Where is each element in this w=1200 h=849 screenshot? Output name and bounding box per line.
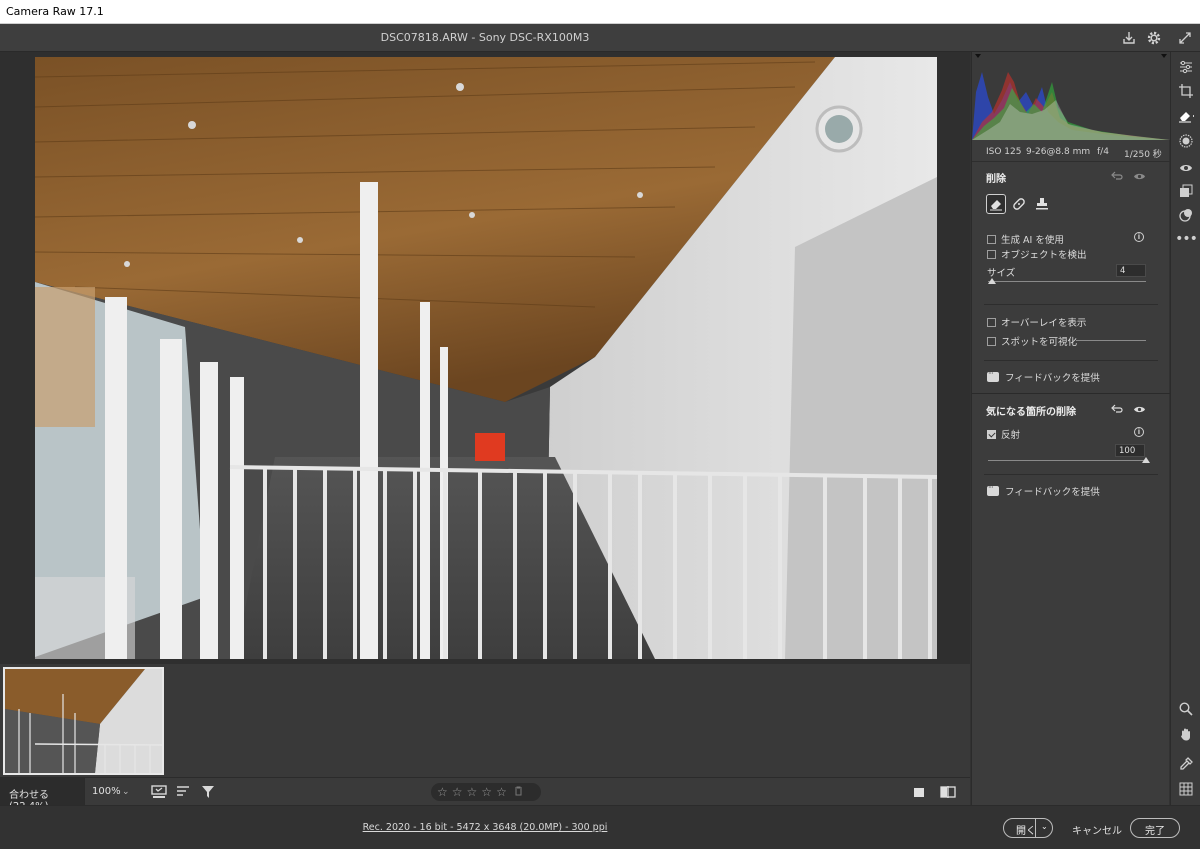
heal-tool-button[interactable]: [1009, 194, 1029, 214]
window-titlebar: Camera Raw 17.1: [0, 0, 1200, 24]
star-icon[interactable]: ☆: [467, 785, 478, 799]
remove-section-title: 削除: [986, 174, 1006, 185]
section-divider: [972, 393, 1170, 394]
distraction-section-title: 気になる箇所の削除: [986, 407, 1076, 418]
file-info: DSC07818.ARW - Sony DSC-RX100M3: [380, 31, 590, 44]
settings-icon[interactable]: [1144, 28, 1164, 48]
cancel-button[interactable]: キャンセル: [1072, 822, 1122, 837]
show-overlay-row[interactable]: オーバーレイを表示: [987, 315, 1086, 329]
snapshots-icon[interactable]: [1176, 205, 1196, 225]
crop-icon[interactable]: [1176, 81, 1196, 101]
masking-icon[interactable]: [1176, 131, 1196, 151]
size-label: サイズ: [987, 268, 1016, 279]
reset-icon[interactable]: [1110, 169, 1124, 183]
feedback-bubble-icon: [987, 483, 999, 496]
filmstrip: [0, 664, 970, 777]
star-icon[interactable]: ☆: [481, 785, 492, 799]
section-divider: [984, 304, 1158, 305]
done-button[interactable]: 完了: [1130, 818, 1180, 838]
star-icon[interactable]: ☆: [496, 785, 507, 799]
presets-icon[interactable]: [1176, 181, 1196, 201]
gen-ai-checkbox[interactable]: [987, 234, 996, 244]
size-slider-track[interactable]: [988, 281, 1146, 282]
open-button-label: 開く: [1016, 826, 1036, 837]
redeye-icon[interactable]: [1176, 158, 1196, 178]
detect-objects-label: オブジェクトを検出: [1001, 250, 1087, 261]
tool-rail: •••: [1170, 52, 1200, 805]
reflection-slider-track[interactable]: [988, 460, 1146, 461]
gen-ai-label: 生成 AI を使用: [1001, 235, 1064, 246]
visualize-spots-slider[interactable]: [1076, 340, 1146, 341]
lens-value: 9-26@8.8 mm: [1026, 147, 1091, 157]
feedback-label: フィードバックを提供: [1005, 487, 1100, 498]
rating-stars[interactable]: ☆ ☆ ☆ ☆ ☆: [431, 783, 541, 801]
trash-icon[interactable]: [514, 786, 523, 799]
remove-eraser-icon[interactable]: [1176, 106, 1196, 126]
size-slider-thumb[interactable]: [988, 278, 996, 284]
zoom-100-button[interactable]: 100%: [84, 778, 138, 805]
feedback-label: フィードバックを提供: [1005, 373, 1100, 384]
image-canvas[interactable]: [0, 52, 970, 664]
visualize-spots-row[interactable]: スポットを可視化: [987, 334, 1077, 348]
sort-icon[interactable]: [175, 783, 193, 801]
reflection-row[interactable]: 反射: [987, 427, 1020, 441]
star-icon[interactable]: ☆: [437, 785, 448, 799]
visibility-eye-icon[interactable]: [1132, 169, 1146, 183]
expand-icon[interactable]: [1175, 28, 1195, 48]
save-icon[interactable]: [1119, 28, 1139, 48]
footer: Rec. 2020 - 16 bit - 5472 x 3648 (20.0MP…: [0, 805, 1200, 849]
eraser-tool-button[interactable]: [986, 194, 1006, 214]
open-button-separator: [1035, 819, 1036, 837]
eyedropper-icon[interactable]: [1176, 754, 1196, 774]
snapshot-icon[interactable]: [150, 783, 168, 801]
histogram: [972, 52, 1170, 140]
feedback-link[interactable]: フィードバックを提供: [987, 369, 1100, 384]
section-divider: [984, 360, 1158, 361]
chevron-down-icon[interactable]: ⌄: [1041, 822, 1048, 831]
single-view-icon[interactable]: [910, 783, 928, 801]
grid-icon[interactable]: [1176, 779, 1196, 799]
reflection-label: 反射: [1001, 430, 1021, 441]
visibility-eye-icon[interactable]: [1132, 402, 1146, 416]
window-title: Camera Raw 17.1: [6, 5, 104, 18]
zoom-dropdown-icon[interactable]: ⌄: [122, 787, 130, 797]
show-overlay-label: オーバーレイを表示: [1001, 318, 1087, 329]
zoom-fit-button[interactable]: 合わせる (22.4%): [0, 778, 84, 812]
section-divider: [984, 474, 1158, 475]
reset-icon[interactable]: [1110, 402, 1124, 416]
shutter-value: 1/250 秒: [1124, 150, 1162, 160]
clone-stamp-tool-button[interactable]: [1032, 194, 1052, 214]
aperture-value: f/4: [1097, 147, 1109, 157]
compare-view-icon[interactable]: [939, 783, 957, 801]
bottom-toolbar: 合わせる (22.4%) 100% ⌄ ☆ ☆ ☆ ☆ ☆: [0, 777, 970, 812]
visualize-spots-checkbox[interactable]: [987, 336, 996, 346]
top-toolbar: DSC07818.ARW - Sony DSC-RX100M3: [0, 24, 1200, 52]
show-overlay-checkbox[interactable]: [987, 317, 996, 327]
feedback-bubble-icon: [987, 369, 999, 382]
filmstrip-thumbnail[interactable]: [3, 667, 164, 775]
exif-info: ISO 125 9-26@8.8 mm f/4 1/250 秒: [972, 140, 1170, 162]
more-options-icon[interactable]: •••: [1175, 229, 1198, 249]
open-button[interactable]: 開く ⌄: [1003, 818, 1053, 838]
detect-objects-row[interactable]: オブジェクトを検出: [987, 247, 1087, 261]
zoom-icon[interactable]: [1176, 699, 1196, 719]
edit-sliders-icon[interactable]: [1176, 57, 1196, 77]
filter-icon[interactable]: [199, 783, 217, 801]
gen-ai-checkbox-row[interactable]: 生成 AI を使用: [987, 232, 1064, 246]
iso-value: ISO 125: [986, 147, 1022, 157]
feedback-link[interactable]: フィードバックを提供: [987, 483, 1100, 498]
info-icon[interactable]: i: [1134, 427, 1144, 437]
visualize-spots-label: スポットを可視化: [1001, 337, 1078, 348]
reflection-value-input[interactable]: 100: [1115, 444, 1145, 457]
star-icon[interactable]: ☆: [452, 785, 463, 799]
edit-panel: ISO 125 9-26@8.8 mm f/4 1/250 秒 削除 生成 AI…: [971, 52, 1170, 805]
photo-preview[interactable]: [35, 57, 937, 659]
reflection-checkbox[interactable]: [987, 429, 996, 439]
size-value-input[interactable]: 4: [1116, 264, 1146, 277]
reflection-slider-thumb[interactable]: [1142, 457, 1150, 463]
workflow-options-link[interactable]: Rec. 2020 - 16 bit - 5472 x 3648 (20.0MP…: [0, 822, 970, 833]
hand-icon[interactable]: [1176, 724, 1196, 744]
detect-objects-checkbox[interactable]: [987, 249, 996, 259]
info-icon[interactable]: i: [1134, 232, 1144, 242]
